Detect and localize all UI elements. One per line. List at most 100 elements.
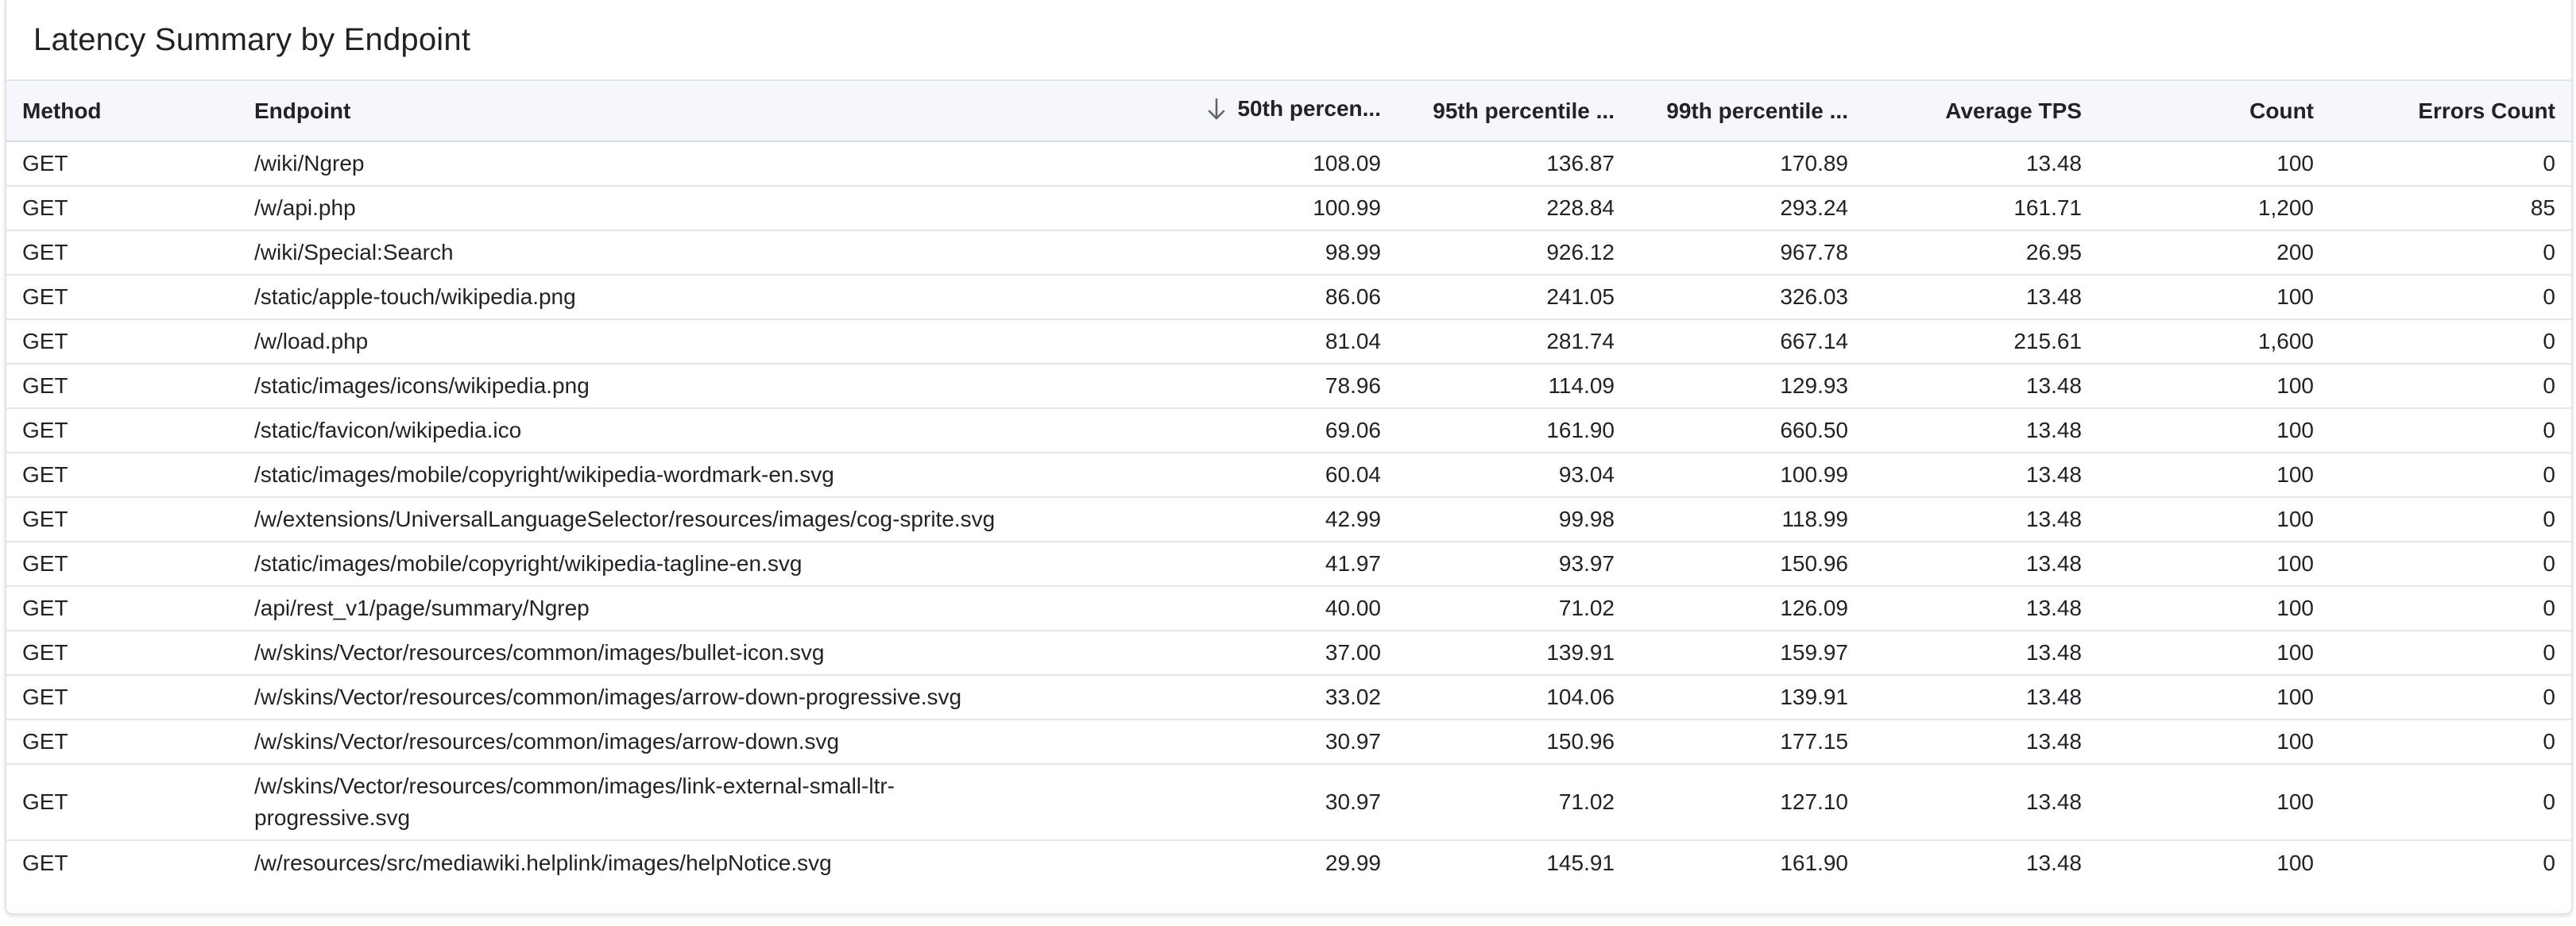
count-cell: 1,200: [2257, 195, 2314, 220]
p99-cell: 159.97: [1780, 640, 1848, 665]
arrow-down-icon[interactable]: [1207, 97, 1226, 121]
endpoint-cell: /static/images/mobile/copyright/wikipedi…: [254, 462, 834, 487]
p50-cell: 37.00: [1325, 640, 1381, 665]
p99-cell: 118.99: [1781, 507, 1848, 531]
table-row[interactable]: GET /static/apple-touch/wikipedia.png 86…: [6, 275, 2571, 319]
count-cell: 100: [2276, 373, 2314, 398]
errors-count-cell: 0: [2543, 685, 2555, 709]
column-header-p50[interactable]: 50th percen...: [1033, 81, 1397, 141]
table-row[interactable]: GET /w/skins/Vector/resources/common/ima…: [6, 764, 2571, 840]
column-header-method[interactable]: Method: [6, 81, 238, 141]
column-header-p50-label: 50th percen...: [1237, 95, 1381, 121]
errors-count-cell: 0: [2543, 640, 2555, 665]
avg-tps-cell: 13.48: [2025, 507, 2082, 531]
p99-cell: 161.90: [1780, 850, 1848, 875]
avg-tps-cell: 13.48: [2025, 551, 2082, 576]
avg-tps-cell: 13.48: [2025, 640, 2082, 665]
avg-tps-cell: 26.95: [2025, 240, 2082, 264]
errors-count-cell: 0: [2543, 551, 2555, 576]
errors-count-cell: 0: [2543, 329, 2555, 353]
panel-title: Latency Summary by Endpoint: [33, 21, 471, 57]
latency-summary-panel: Latency Summary by Endpoint Method Endpo…: [5, 0, 2573, 915]
column-header-count[interactable]: Count: [2098, 81, 2330, 141]
count-cell: 100: [2276, 850, 2314, 875]
p95-cell: 145.91: [1546, 850, 1615, 875]
count-cell: 100: [2276, 596, 2314, 620]
endpoint-cell: /w/load.php: [254, 329, 369, 353]
count-cell: 100: [2276, 551, 2314, 576]
p95-cell: 136.87: [1546, 151, 1615, 176]
table-header-row: Method Endpoint 50th percen... 95th perc…: [6, 81, 2571, 141]
p50-cell: 69.06: [1325, 418, 1381, 442]
p95-cell: 71.02: [1558, 789, 1615, 814]
table-row[interactable]: GET /wiki/Special:Search 98.99 926.12 96…: [6, 230, 2571, 275]
count-cell: 100: [2276, 685, 2314, 709]
p99-cell: 150.96: [1780, 551, 1848, 576]
avg-tps-cell: 13.48: [2025, 729, 2082, 754]
method-cell: GET: [22, 195, 68, 220]
errors-count-cell: 0: [2543, 462, 2555, 487]
errors-count-cell: 0: [2543, 151, 2555, 176]
avg-tps-cell: 13.48: [2025, 284, 2082, 309]
table-row[interactable]: GET /api/rest_v1/page/summary/Ngrep 40.0…: [6, 586, 2571, 631]
table-row[interactable]: GET /w/skins/Vector/resources/common/ima…: [6, 675, 2571, 720]
p95-cell: 71.02: [1558, 596, 1615, 620]
endpoint-cell: /w/skins/Vector/resources/common/images/…: [254, 729, 840, 754]
p95-cell: 139.91: [1546, 640, 1615, 665]
table-row[interactable]: GET /w/api.php 100.99 228.84 293.24 161.…: [6, 186, 2571, 230]
panel-header: Latency Summary by Endpoint: [6, 0, 2571, 81]
p50-cell: 78.96: [1325, 373, 1381, 398]
endpoint-cell: /api/rest_v1/page/summary/Ngrep: [254, 596, 590, 620]
errors-count-cell: 0: [2543, 373, 2555, 398]
count-cell: 100: [2276, 151, 2314, 176]
avg-tps-cell: 215.61: [2013, 329, 2082, 353]
p50-cell: 81.04: [1325, 329, 1381, 353]
p99-cell: 170.89: [1780, 151, 1848, 176]
endpoint-cell: /w/skins/Vector/resources/common/images/…: [254, 640, 825, 665]
avg-tps-cell: 13.48: [2025, 462, 2082, 487]
p99-cell: 127.10: [1780, 789, 1848, 814]
endpoint-cell: /wiki/Ngrep: [254, 151, 365, 176]
method-cell: GET: [22, 789, 68, 814]
p99-cell: 667.14: [1780, 329, 1848, 353]
p95-cell: 161.90: [1546, 418, 1615, 442]
method-cell: GET: [22, 685, 68, 709]
table-row[interactable]: GET /static/images/mobile/copyright/wiki…: [6, 542, 2571, 586]
method-cell: GET: [22, 729, 68, 754]
method-cell: GET: [22, 507, 68, 531]
table-row[interactable]: GET /w/skins/Vector/resources/common/ima…: [6, 720, 2571, 764]
column-header-errors-count[interactable]: Errors Count: [2330, 81, 2571, 141]
avg-tps-cell: 13.48: [2025, 373, 2082, 398]
errors-count-cell: 0: [2543, 850, 2555, 875]
table-row[interactable]: GET /w/extensions/UniversalLanguageSelec…: [6, 497, 2571, 542]
count-cell: 1,600: [2257, 329, 2314, 353]
p50-cell: 108.09: [1313, 151, 1381, 176]
table-row[interactable]: GET /wiki/Ngrep 108.09 136.87 170.89 13.…: [6, 141, 2571, 186]
method-cell: GET: [22, 373, 68, 398]
column-header-endpoint[interactable]: Endpoint: [238, 81, 1033, 141]
avg-tps-cell: 13.48: [2025, 685, 2082, 709]
table-row[interactable]: GET /w/skins/Vector/resources/common/ima…: [6, 631, 2571, 675]
p50-cell: 30.97: [1325, 729, 1381, 754]
errors-count-cell: 85: [2530, 195, 2555, 220]
column-header-p95[interactable]: 95th percentile ...: [1397, 81, 1630, 141]
endpoint-cell: /w/api.php: [254, 195, 356, 220]
method-cell: GET: [22, 240, 68, 264]
table-row[interactable]: GET /static/images/icons/wikipedia.png 7…: [6, 364, 2571, 408]
avg-tps-cell: 13.48: [2025, 850, 2082, 875]
endpoint-cell: /wiki/Special:Search: [254, 240, 454, 264]
method-cell: GET: [22, 151, 68, 176]
p50-cell: 60.04: [1325, 462, 1381, 487]
column-header-avg-tps[interactable]: Average TPS: [1864, 81, 2098, 141]
table-row[interactable]: GET /w/resources/src/mediawiki.helplink/…: [6, 840, 2571, 885]
count-cell: 100: [2276, 462, 2314, 487]
column-header-p99[interactable]: 99th percentile ...: [1630, 81, 1864, 141]
p95-cell: 99.98: [1558, 507, 1615, 531]
endpoint-cell: /static/favicon/wikipedia.ico: [254, 418, 522, 442]
p95-cell: 93.04: [1558, 462, 1615, 487]
table-row[interactable]: GET /w/load.php 81.04 281.74 667.14 215.…: [6, 319, 2571, 364]
table-row[interactable]: GET /static/images/mobile/copyright/wiki…: [6, 453, 2571, 497]
errors-count-cell: 0: [2543, 596, 2555, 620]
table-row[interactable]: GET /static/favicon/wikipedia.ico 69.06 …: [6, 408, 2571, 453]
method-cell: GET: [22, 640, 68, 665]
